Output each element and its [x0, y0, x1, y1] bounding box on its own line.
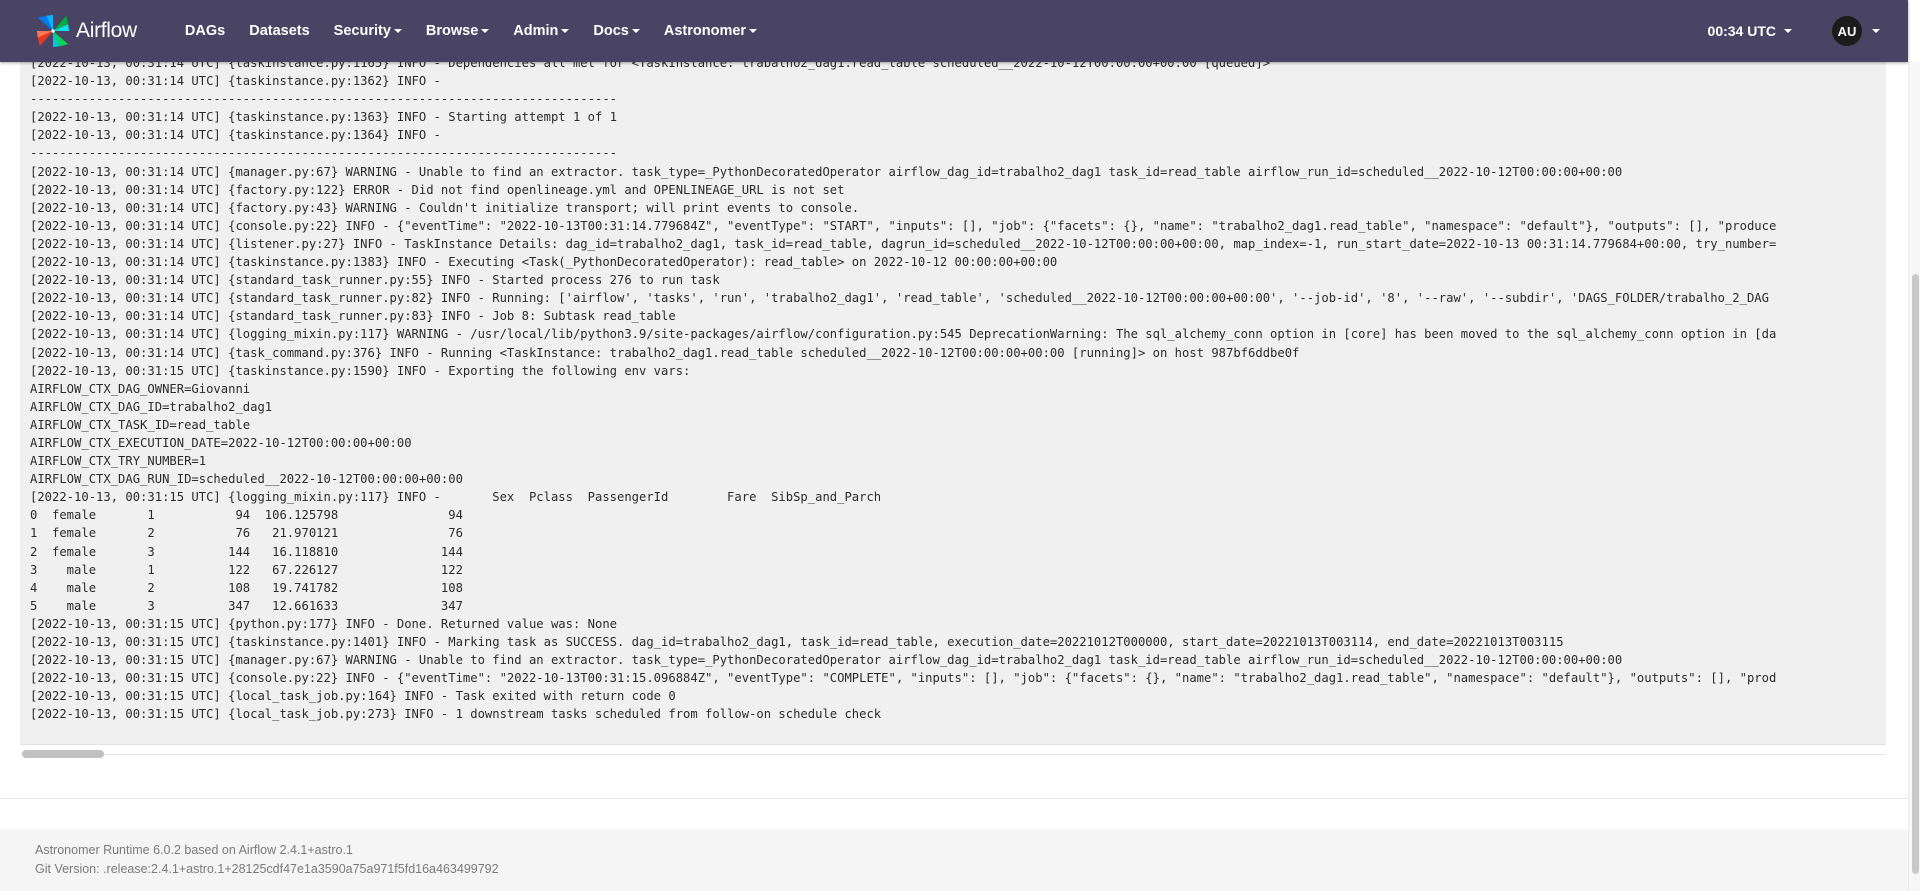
chevron-down-icon: [1784, 29, 1792, 33]
log-line: [2022-10-13, 00:31:15 UTC] {taskinstance…: [30, 635, 1564, 649]
nav-datasets-label: Datasets: [249, 23, 310, 39]
git-version: Git Version: .release:2.4.1+astro.1+2812…: [35, 862, 499, 876]
log-line: 0 female 1 94 106.125798 94: [30, 508, 463, 523]
nav-datasets[interactable]: Datasets: [237, 0, 321, 62]
log-line: [2022-10-13, 00:31:14 UTC] {console.py:2…: [30, 218, 1777, 233]
top-navbar: Airflow DAGs Datasets Security Browse Ad…: [0, 0, 1908, 62]
log-line: [2022-10-13, 00:31:14 UTC] {taskinstance…: [30, 128, 449, 143]
scrollbar-track: [20, 754, 1886, 755]
log-line: [2022-10-13, 00:31:15 UTC] {local_task_j…: [30, 707, 882, 722]
log-line: [2022-10-13, 00:31:15 UTC] {python.py:17…: [30, 616, 617, 631]
log-line: [2022-10-13, 00:31:14 UTC] {standard_tas…: [30, 273, 720, 288]
timezone-selector[interactable]: 00:34 UTC: [1708, 23, 1792, 39]
current-time: 00:34 UTC: [1707, 23, 1776, 39]
chevron-down-icon: [561, 29, 570, 33]
chevron-down-icon: [393, 29, 402, 33]
log-line: 4 male 2 108 19.741782 108: [30, 580, 463, 595]
divider: [0, 798, 1908, 799]
brand-name: Airflow: [76, 19, 137, 42]
log-line: [2022-10-13, 00:31:14 UTC] {factory.py:4…: [30, 200, 860, 215]
log-line: [2022-10-13, 00:31:14 UTC] {taskinstance…: [30, 110, 617, 125]
nav-astronomer-label: Astronomer: [663, 23, 747, 39]
navbar-right: 00:34 UTC AU: [1708, 0, 1880, 62]
task-log-panel[interactable]: [2022-10-13, 00:31:14 UTC] {taskinstance…: [20, 62, 1886, 745]
main-nav: DAGs Datasets Security Browse Admin Docs…: [173, 0, 769, 62]
scrollbar-thumb[interactable]: [22, 750, 104, 758]
airflow-home-link[interactable]: Airflow: [34, 0, 137, 62]
nav-dags-label: DAGs: [184, 23, 226, 39]
log-line: [2022-10-13, 00:31:14 UTC] {standard_tas…: [30, 291, 1769, 306]
task-log-text: [2022-10-13, 00:31:14 UTC] {taskinstance…: [20, 62, 1776, 723]
nav-browse-label: Browse: [425, 23, 479, 39]
log-line: [2022-10-13, 00:31:14 UTC] {taskinstance…: [30, 62, 1271, 70]
page-vertical-scrollbar[interactable]: [1908, 62, 1920, 891]
nav-admin-menu[interactable]: Admin: [501, 0, 581, 62]
log-line: [2022-10-13, 00:31:15 UTC] {local_task_j…: [30, 689, 676, 704]
nav-docs-menu[interactable]: Docs: [581, 0, 651, 62]
log-line: [2022-10-13, 00:31:14 UTC] {taskinstance…: [30, 74, 449, 89]
log-line: ----------------------------------------…: [30, 92, 617, 107]
chevron-down-icon: [481, 29, 490, 33]
log-line: AIRFLOW_CTX_EXECUTION_DATE=2022-10-12T00…: [30, 435, 412, 450]
main-content: [2022-10-13, 00:31:14 UTC] {taskinstance…: [0, 62, 1908, 785]
runtime-version: Astronomer Runtime 6.0.2 based on Airflo…: [35, 843, 353, 857]
scrollbar-thumb[interactable]: [1912, 274, 1919, 874]
chevron-down-icon: [749, 29, 758, 33]
nav-security-label: Security: [333, 23, 391, 39]
nav-astronomer-menu[interactable]: Astronomer: [652, 0, 769, 62]
chevron-down-icon: [1872, 29, 1880, 33]
footer: Astronomer Runtime 6.0.2 based on Airflo…: [0, 829, 1908, 891]
log-line: [2022-10-13, 00:31:15 UTC] {console.py:2…: [30, 671, 1777, 686]
nav-docs-label: Docs: [593, 23, 629, 39]
nav-security-menu[interactable]: Security: [322, 0, 414, 62]
log-line: 2 female 3 144 16.118810 144: [30, 544, 463, 559]
log-line: 1 female 2 76 21.970121 76: [30, 526, 463, 541]
airflow-logo-icon: [36, 14, 70, 48]
log-line: 3 male 1 122 67.226127 122: [30, 562, 463, 577]
user-menu[interactable]: AU: [1832, 16, 1880, 46]
user-initials: AU: [1837, 23, 1857, 39]
log-line: [2022-10-13, 00:31:14 UTC] {standard_tas…: [30, 309, 676, 324]
log-line: ----------------------------------------…: [30, 146, 617, 161]
log-line: [2022-10-13, 00:31:14 UTC] {taskinstance…: [30, 255, 1058, 270]
log-line: AIRFLOW_CTX_DAG_OWNER=Giovanni: [30, 381, 251, 396]
log-line: [2022-10-13, 00:31:15 UTC] {manager.py:6…: [30, 653, 1623, 668]
log-line: [2022-10-13, 00:31:15 UTC] {taskinstance…: [30, 363, 691, 378]
log-line: AIRFLOW_CTX_DAG_RUN_ID=scheduled__2022-1…: [30, 472, 463, 487]
nav-dags[interactable]: DAGs: [173, 0, 237, 62]
log-line: AIRFLOW_CTX_DAG_ID=trabalho2_dag1: [30, 399, 273, 414]
log-line: [2022-10-13, 00:31:14 UTC] {logging_mixi…: [30, 327, 1777, 342]
log-line: [2022-10-13, 00:31:14 UTC] {listener.py:…: [30, 236, 1777, 251]
log-horizontal-scrollbar[interactable]: [20, 748, 1886, 762]
avatar: AU: [1832, 16, 1862, 46]
nav-admin-label: Admin: [513, 23, 559, 39]
log-line: AIRFLOW_CTX_TRY_NUMBER=1: [30, 454, 207, 469]
chevron-down-icon: [631, 29, 640, 33]
log-line: [2022-10-13, 00:31:14 UTC] {task_command…: [30, 345, 1300, 360]
log-line: AIRFLOW_CTX_TASK_ID=read_table: [30, 417, 251, 432]
log-line: [2022-10-13, 00:31:14 UTC] {factory.py:1…: [30, 182, 845, 197]
log-line: [2022-10-13, 00:31:14 UTC] {manager.py:6…: [30, 164, 1623, 179]
log-line: [2022-10-13, 00:31:15 UTC] {logging_mixi…: [30, 490, 882, 505]
nav-browse-menu[interactable]: Browse: [414, 0, 501, 62]
log-line: 5 male 3 347 12.661633 347: [30, 598, 463, 613]
